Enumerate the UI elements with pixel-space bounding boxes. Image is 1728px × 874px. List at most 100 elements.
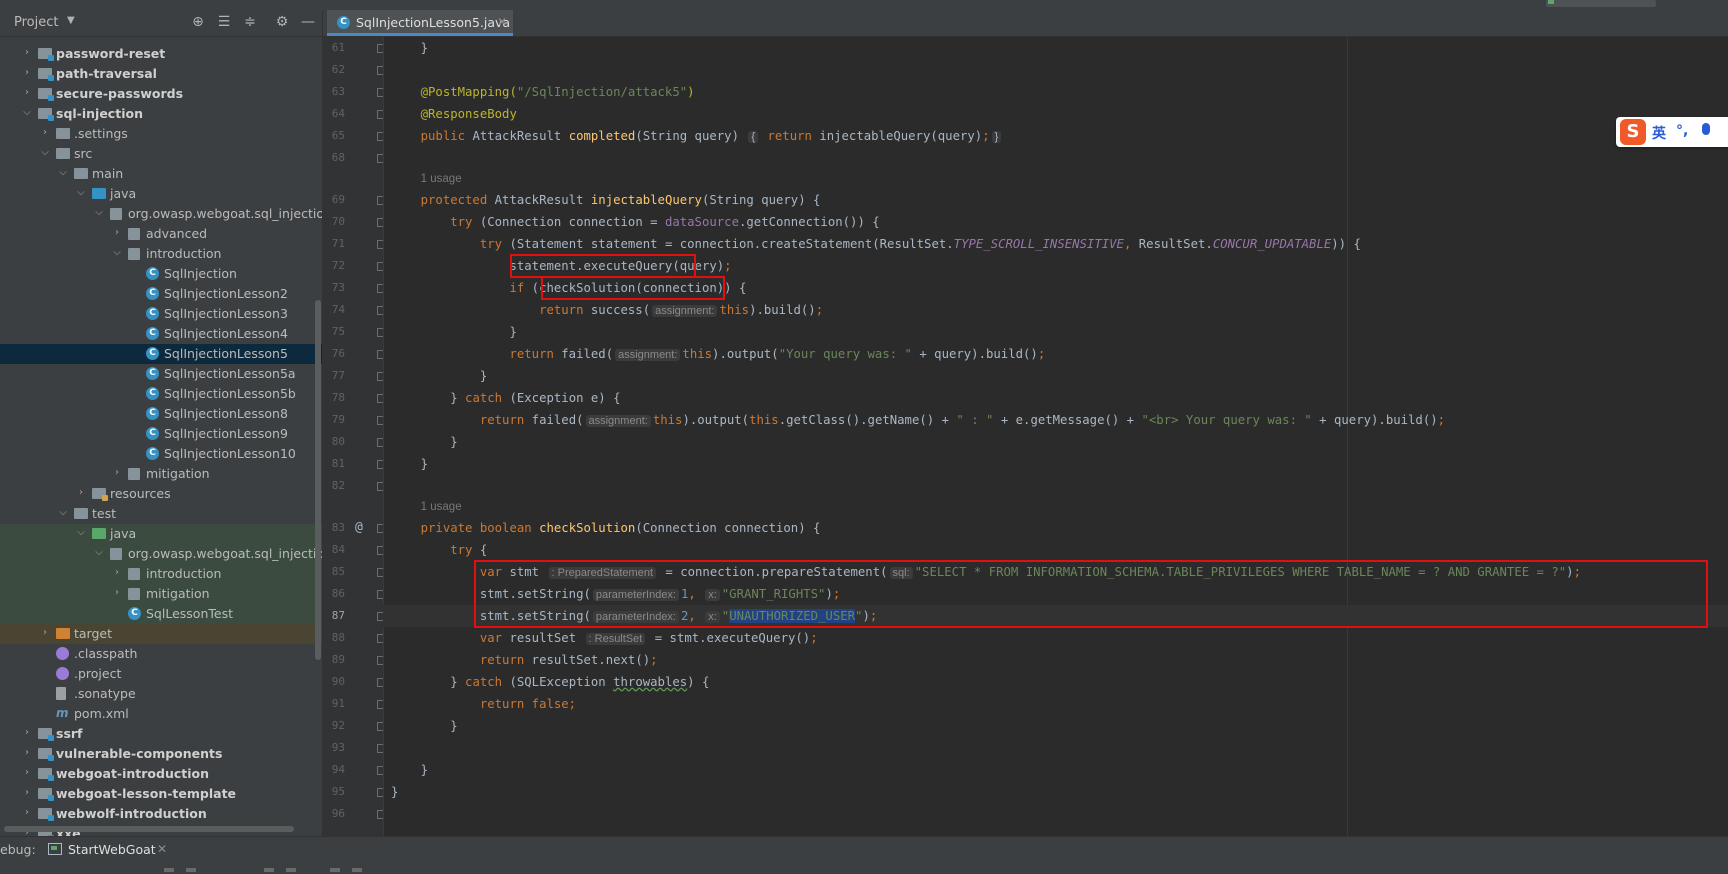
tree-item[interactable]: C SqlInjectionLesson9 [0, 424, 322, 444]
tree-scrollbar[interactable] [315, 300, 321, 660]
chevron-down-icon[interactable]: ⌵ [58, 167, 68, 179]
ime-punctuation-toggle[interactable]: °, [1676, 123, 1688, 139]
code-line[interactable]: return failed(assignment: this).output("Y… [391, 343, 1045, 365]
chevron-down-icon[interactable]: ⌵ [94, 207, 104, 219]
code-line[interactable]: return false; [391, 693, 576, 715]
tree-item[interactable]: › webgoat-lesson-template [0, 784, 322, 804]
code-line[interactable]: } [391, 759, 428, 781]
ime-toolbar[interactable]: S 英 °, [1616, 117, 1728, 147]
tree-item[interactable]: C SqlInjectionLesson5b [0, 384, 322, 404]
code-line[interactable]: private boolean checkSolution(Connection… [391, 517, 821, 539]
tree-item[interactable]: › mitigation [0, 464, 322, 484]
chevron-right-icon[interactable]: › [112, 567, 122, 579]
tree-item[interactable]: › resources [0, 484, 322, 504]
chevron-down-icon[interactable]: ⌵ [40, 147, 50, 159]
usage-hint[interactable]: 1 usage [421, 501, 462, 513]
code-line[interactable]: try (Statement statement = connection.cr… [391, 233, 1361, 255]
chevron-right-icon[interactable]: › [112, 587, 122, 599]
chevron-right-icon[interactable]: › [40, 127, 50, 139]
toolbar-icon[interactable] [164, 868, 174, 872]
tree-item[interactable]: ⌵ java [0, 524, 322, 544]
chevron-right-icon[interactable]: › [22, 67, 32, 79]
tree-horizontal-scrollbar[interactable] [4, 826, 294, 832]
tree-item[interactable]: .sonatype [0, 684, 322, 704]
tree-item[interactable]: › mitigation [0, 584, 322, 604]
gear-icon[interactable]: ⚙ [274, 14, 290, 30]
tree-item[interactable]: › secure-passwords [0, 84, 322, 104]
tree-item[interactable]: C SqlInjectionLesson4 [0, 324, 322, 344]
tree-item[interactable]: C SqlInjectionLesson2 [0, 284, 322, 304]
chevron-right-icon[interactable]: › [22, 47, 32, 59]
tree-item[interactable]: ⌵ org.owasp.webgoat.sql_injection [0, 544, 322, 564]
tree-item[interactable]: ⌵ src [0, 144, 322, 164]
code-editor[interactable]: } @PostMapping("/SqlInjection/attack5") … [383, 37, 1728, 837]
locate-file-icon[interactable]: ⊕ [190, 14, 206, 30]
code-line[interactable]: } catch (SQLException throwables) { [391, 671, 709, 693]
chevron-right-icon[interactable]: › [22, 87, 32, 99]
tree-item[interactable]: › target [0, 624, 322, 644]
tree-item[interactable]: ⌵ java [0, 184, 322, 204]
toolbar-icon[interactable] [352, 868, 362, 872]
chevron-right-icon[interactable]: › [112, 227, 122, 239]
chevron-right-icon[interactable]: › [22, 747, 32, 759]
tree-item[interactable]: › .settings [0, 124, 322, 144]
chevron-right-icon[interactable]: › [22, 807, 32, 819]
tree-item[interactable]: m pom.xml [0, 704, 322, 724]
hide-panel-icon[interactable]: — [300, 14, 316, 30]
tree-item[interactable]: › webwolf-introduction [0, 804, 322, 824]
chevron-right-icon[interactable]: › [40, 627, 50, 639]
chevron-down-icon[interactable]: ⌵ [76, 187, 86, 199]
toolbar-icon[interactable] [330, 868, 340, 872]
chevron-down-icon[interactable]: ⌵ [22, 107, 32, 119]
code-line[interactable]: public AttackResult completed(String que… [391, 125, 1003, 147]
chevron-down-icon[interactable]: ⌵ [112, 247, 122, 259]
chevron-right-icon[interactable]: › [112, 467, 122, 479]
tree-item[interactable]: C SqlInjectionLesson10 [0, 444, 322, 464]
collapse-all-icon[interactable]: ≑ [242, 14, 258, 30]
tree-item[interactable]: ⌵ introduction [0, 244, 322, 264]
view-dropdown-chevron-icon[interactable]: ▼ [67, 15, 75, 26]
toolbar-icon[interactable] [286, 868, 296, 872]
tree-item[interactable]: C SqlInjection [0, 264, 322, 284]
close-tab-icon[interactable]: ✕ [497, 15, 507, 29]
chevron-right-icon[interactable]: › [22, 787, 32, 799]
chevron-right-icon[interactable]: › [22, 767, 32, 779]
tree-item[interactable]: › ssrf [0, 724, 322, 744]
tree-item[interactable]: › password-reset [0, 44, 322, 64]
code-line[interactable]: } [391, 453, 428, 475]
chevron-right-icon[interactable]: › [22, 727, 32, 739]
debug-tab-startwebgoat[interactable]: StartWebGoat [68, 842, 156, 857]
chevron-down-icon[interactable]: ⌵ [76, 527, 86, 539]
tree-item[interactable]: › path-traversal [0, 64, 322, 84]
code-line[interactable]: } [391, 431, 457, 453]
code-line[interactable]: } catch (Exception e) { [391, 387, 620, 409]
tree-item[interactable]: ⌵ main [0, 164, 322, 184]
tree-item[interactable]: .classpath [0, 644, 322, 664]
code-line[interactable]: } [391, 365, 487, 387]
tree-item[interactable]: › vulnerable-components [0, 744, 322, 764]
code-line[interactable]: } [391, 715, 457, 737]
tree-item[interactable]: C SqlInjectionLesson3 [0, 304, 322, 324]
code-line[interactable]: @PostMapping("/SqlInjection/attack5") [391, 81, 695, 103]
code-line[interactable]: return failed(assignment: this).output(th… [391, 409, 1445, 431]
code-line[interactable]: return success(assignment: this).build(); [391, 299, 823, 321]
code-line[interactable]: try (Connection connection = dataSource.… [391, 211, 879, 233]
tab-sqlinjectionlesson5[interactable]: C SqlInjectionLesson5.java ✕ [327, 10, 513, 36]
ime-language-toggle[interactable]: 英 [1652, 123, 1666, 143]
tree-item[interactable]: C SqlInjectionLesson5 [0, 344, 322, 364]
code-line[interactable]: var resultSet : ResultSet = stmt.execute… [391, 627, 818, 649]
tree-item[interactable]: › advanced [0, 224, 322, 244]
code-line[interactable]: protected AttackResult injectableQuery(S… [391, 189, 821, 211]
chevron-down-icon[interactable]: ⌵ [58, 507, 68, 519]
code-line[interactable]: @ResponseBody [391, 103, 517, 125]
tree-item[interactable]: C SqlInjectionLesson5a [0, 364, 322, 384]
chevron-down-icon[interactable]: ⌵ [94, 547, 104, 559]
tree-item[interactable]: .project [0, 664, 322, 684]
tree-item[interactable]: › webgoat-introduction [0, 764, 322, 784]
tree-item[interactable]: C SqlInjectionLesson8 [0, 404, 322, 424]
code-line[interactable]: } [391, 781, 398, 803]
project-panel-title[interactable]: Project [14, 15, 58, 30]
expand-all-icon[interactable]: ☰ [216, 14, 232, 30]
close-debug-tab-icon[interactable]: ✕ [157, 842, 167, 856]
tree-item[interactable]: › introduction [0, 564, 322, 584]
